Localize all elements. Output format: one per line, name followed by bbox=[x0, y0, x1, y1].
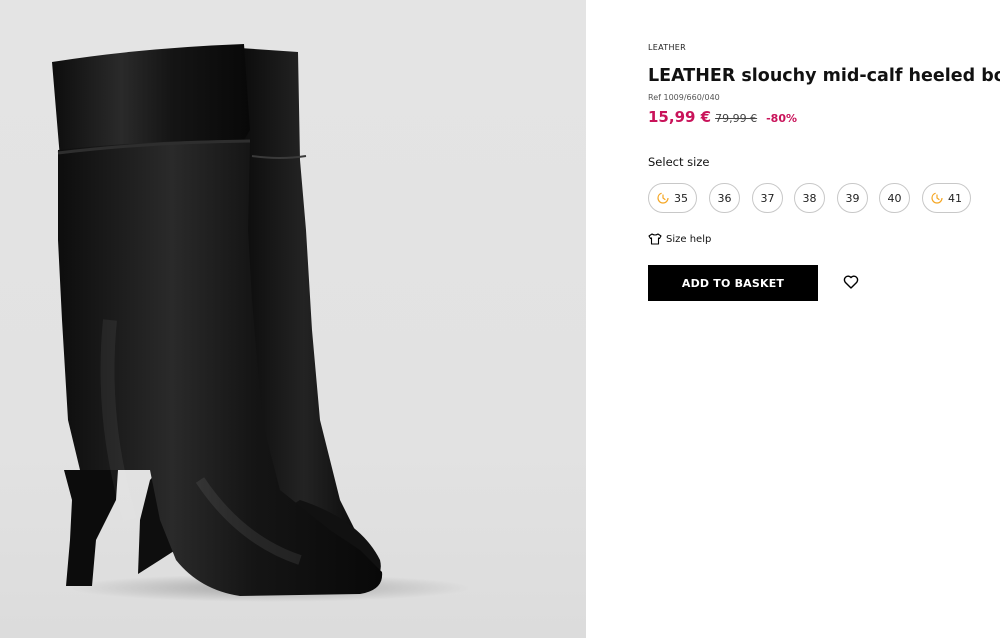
size-option-41[interactable]: 41 bbox=[922, 183, 971, 213]
heart-icon[interactable] bbox=[843, 274, 859, 290]
product-title: LEATHER slouchy mid-calf heeled boots bbox=[648, 66, 1000, 86]
size-options: 35 36 37 38 39 40 41 bbox=[648, 183, 1000, 213]
original-price: 79,99 € bbox=[715, 112, 758, 125]
size-help-link[interactable]: Size help bbox=[648, 233, 711, 245]
size-option-36[interactable]: 36 bbox=[709, 183, 740, 213]
hanger-icon bbox=[648, 233, 662, 245]
size-label: 39 bbox=[845, 191, 860, 205]
size-label: 41 bbox=[948, 191, 962, 205]
size-label: 35 bbox=[674, 191, 688, 205]
size-label: 38 bbox=[802, 191, 817, 205]
size-option-35[interactable]: 35 bbox=[648, 183, 697, 213]
clock-icon bbox=[657, 192, 669, 204]
size-option-40[interactable]: 40 bbox=[879, 183, 910, 213]
size-option-37[interactable]: 37 bbox=[752, 183, 783, 213]
price-row: 15,99 € 79,99 € -80% bbox=[648, 108, 797, 126]
size-option-39[interactable]: 39 bbox=[837, 183, 868, 213]
clock-icon bbox=[931, 192, 943, 204]
add-to-basket-button[interactable]: ADD TO BASKET bbox=[648, 265, 818, 301]
product-image[interactable] bbox=[0, 0, 586, 638]
product-info-panel: LEATHER LEATHER slouchy mid-calf heeled … bbox=[648, 0, 1000, 638]
size-help-label: Size help bbox=[666, 233, 712, 245]
size-label: 37 bbox=[760, 191, 775, 205]
boots-illustration bbox=[52, 44, 470, 602]
product-category[interactable]: LEATHER bbox=[648, 43, 686, 52]
size-option-38[interactable]: 38 bbox=[794, 183, 825, 213]
select-size-label: Select size bbox=[648, 155, 710, 169]
size-label: 40 bbox=[887, 191, 902, 205]
product-reference: Ref 1009/660/040 bbox=[648, 93, 720, 102]
current-price: 15,99 € bbox=[648, 108, 712, 126]
size-label: 36 bbox=[717, 191, 732, 205]
discount-badge: -80% bbox=[766, 112, 798, 125]
